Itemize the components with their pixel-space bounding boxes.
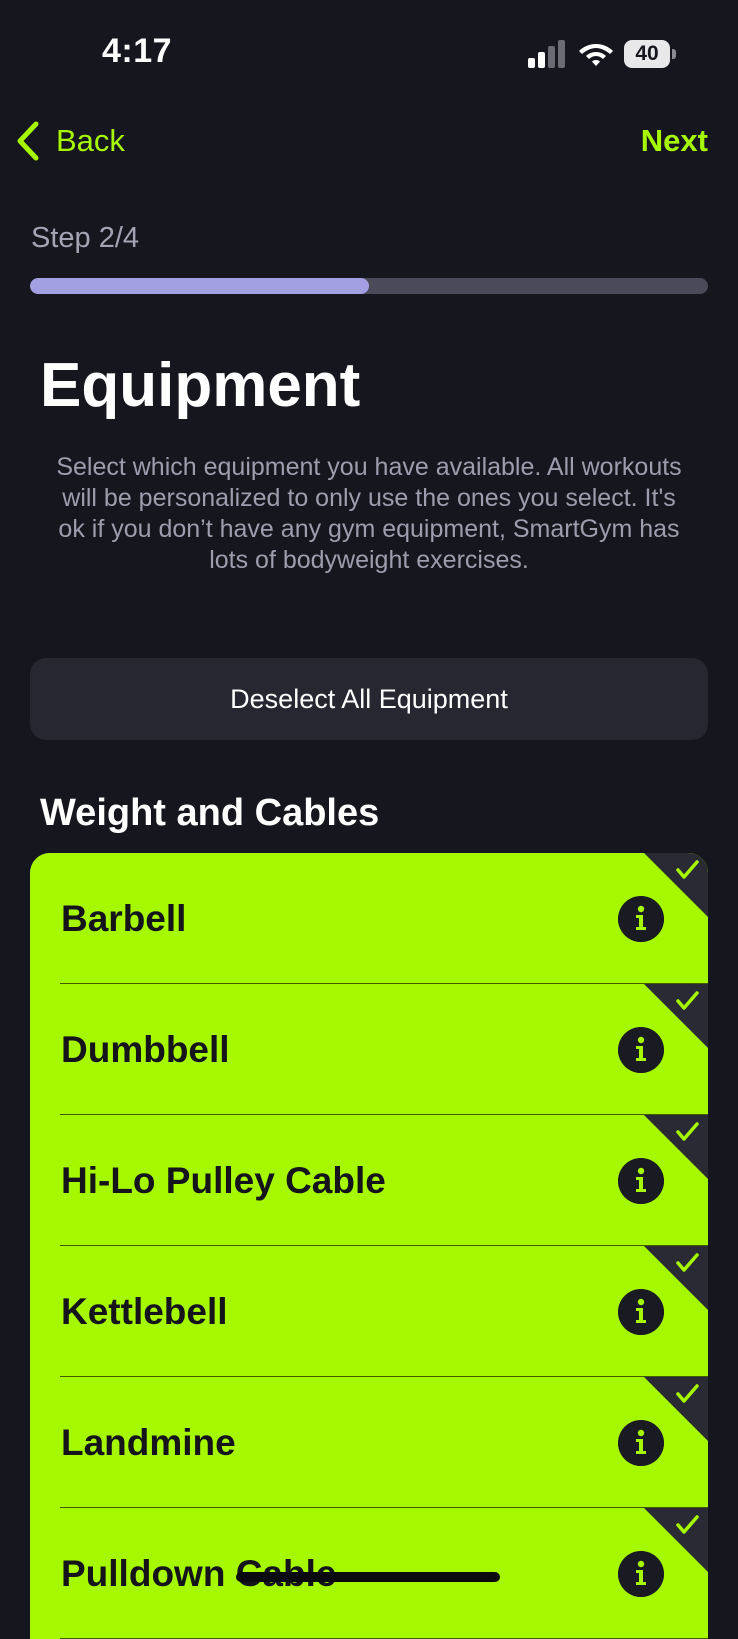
battery-level: 40: [635, 42, 659, 65]
equipment-item-kettlebell[interactable]: Kettlebell: [30, 1246, 708, 1377]
status-time: 4:17: [102, 32, 173, 70]
selected-checkmark-icon: [644, 1246, 708, 1310]
page-title: Equipment: [40, 351, 361, 420]
selected-checkmark-icon: [644, 1115, 708, 1179]
selected-checkmark-icon: [644, 984, 708, 1048]
section-title: Weight and Cables: [40, 792, 380, 834]
battery-icon: 40: [624, 40, 676, 68]
deselect-all-button[interactable]: Deselect All Equipment: [30, 658, 708, 740]
progress-bar: [30, 278, 708, 294]
chevron-left-icon: [17, 121, 39, 161]
battery-tip: [672, 49, 676, 59]
selected-checkmark-icon: [644, 853, 708, 917]
equipment-item-barbell[interactable]: Barbell: [30, 853, 708, 984]
equipment-item-label: Hi-Lo Pulley Cable: [61, 1160, 386, 1201]
equipment-item-label: Dumbbell: [61, 1029, 230, 1070]
back-button[interactable]: Back: [14, 118, 125, 164]
status-bar: 4:17 40: [0, 0, 738, 100]
battery-body: 40: [624, 40, 670, 68]
page-description: Select which equipment you have availabl…: [56, 453, 682, 574]
step-label: Step 2/4: [31, 222, 140, 254]
progress-fill: [30, 278, 369, 294]
wifi-icon: [579, 44, 613, 66]
equipment-list: Barbell Dumbbell Hi-Lo Pulley Cable Kettleb…: [30, 853, 708, 1639]
next-button[interactable]: Next: [641, 118, 708, 164]
equipment-item-label: Landmine: [61, 1422, 236, 1463]
equipment-item-label: Kettlebell: [61, 1291, 228, 1332]
selected-checkmark-icon: [644, 1377, 708, 1441]
equipment-item-landmine[interactable]: Landmine: [30, 1377, 708, 1508]
home-indicator: [236, 1572, 500, 1582]
equipment-item-hi-lo-pulley-cable[interactable]: Hi-Lo Pulley Cable: [30, 1115, 708, 1246]
signal-icon: [528, 40, 565, 68]
equipment-item-label: Barbell: [61, 898, 187, 939]
selected-checkmark-icon: [644, 1508, 708, 1572]
equipment-item-dumbbell[interactable]: Dumbbell: [30, 984, 708, 1115]
back-label: Back: [56, 123, 125, 158]
